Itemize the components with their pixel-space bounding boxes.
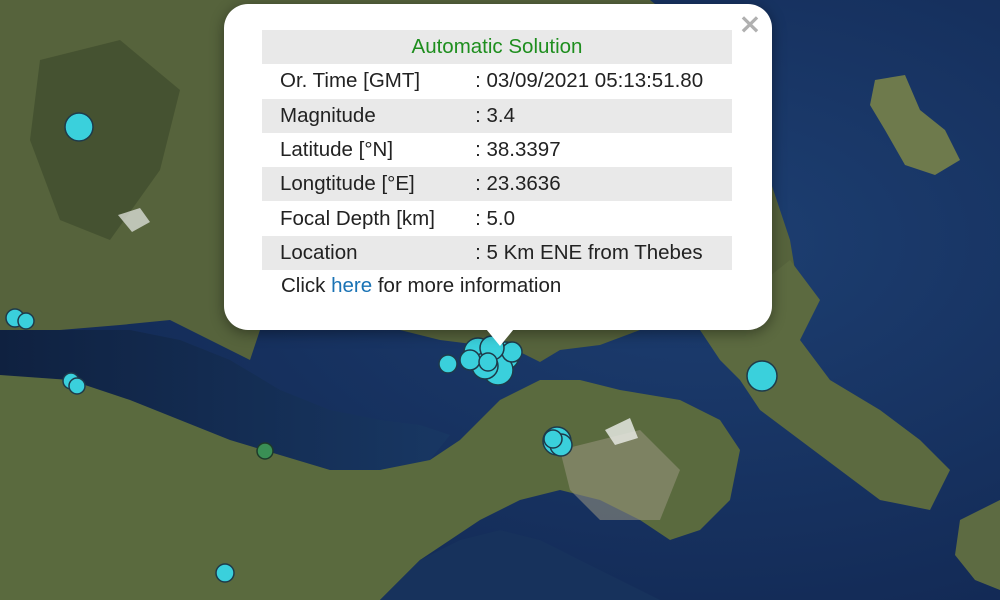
- info-label: Focal Depth [km]: [280, 206, 435, 230]
- earthquake-marker[interactable]: [64, 112, 94, 142]
- info-label: Magnitude: [262, 98, 456, 133]
- info-label: Longtitude [°E]: [262, 167, 456, 202]
- info-label: Or. Time [GMT]: [280, 69, 421, 93]
- table-row: Automatic Solution: [262, 30, 732, 65]
- earthquake-info-table: Automatic Solution Or. Time [GMT] : 03/0…: [262, 30, 732, 271]
- info-value: : 5.0: [475, 206, 515, 230]
- earthquake-marker-green[interactable]: [256, 442, 274, 460]
- earthquake-marker[interactable]: [746, 360, 778, 392]
- info-value: : 23.3636: [455, 167, 732, 202]
- earthquake-marker[interactable]: [543, 429, 563, 449]
- earthquake-info-popup: × Automatic Solution Or. Time [GMT] : 03…: [224, 4, 772, 330]
- more-info-suffix: for more information: [377, 274, 562, 297]
- earthquake-marker[interactable]: [438, 354, 458, 374]
- info-value: : 03/09/2021 05:13:51.80: [475, 69, 704, 93]
- info-value: : 5 Km ENE from Thebes: [455, 235, 732, 271]
- more-info-link[interactable]: here: [331, 274, 372, 297]
- earthquake-marker[interactable]: [215, 563, 235, 583]
- earthquake-marker[interactable]: [17, 312, 35, 330]
- info-value: : 38.3397: [475, 138, 561, 162]
- info-label: Latitude [°N]: [280, 138, 394, 162]
- earthquake-marker[interactable]: [68, 377, 86, 395]
- more-info-line: Click here for more information: [281, 274, 561, 298]
- earthquake-marker[interactable]: [459, 349, 481, 371]
- table-row: Magnitude : 3.4: [262, 98, 732, 133]
- popup-tip: [482, 324, 518, 346]
- table-row: Or. Time [GMT] : 03/09/2021 05:13:51.80: [262, 64, 732, 98]
- info-value: : 3.4: [455, 98, 732, 133]
- popup-title: Automatic Solution: [262, 30, 732, 65]
- info-label: Location: [262, 235, 456, 271]
- earthquake-marker[interactable]: [478, 352, 498, 372]
- table-row: Location : 5 Km ENE from Thebes: [262, 235, 732, 271]
- table-row: Longtitude [°E] : 23.3636: [262, 167, 732, 202]
- table-row: Latitude [°N] : 38.3397: [262, 133, 732, 167]
- table-row: Focal Depth [km] : 5.0: [262, 201, 732, 235]
- close-popup-button[interactable]: ×: [738, 10, 762, 38]
- more-info-prefix: Click: [281, 274, 326, 297]
